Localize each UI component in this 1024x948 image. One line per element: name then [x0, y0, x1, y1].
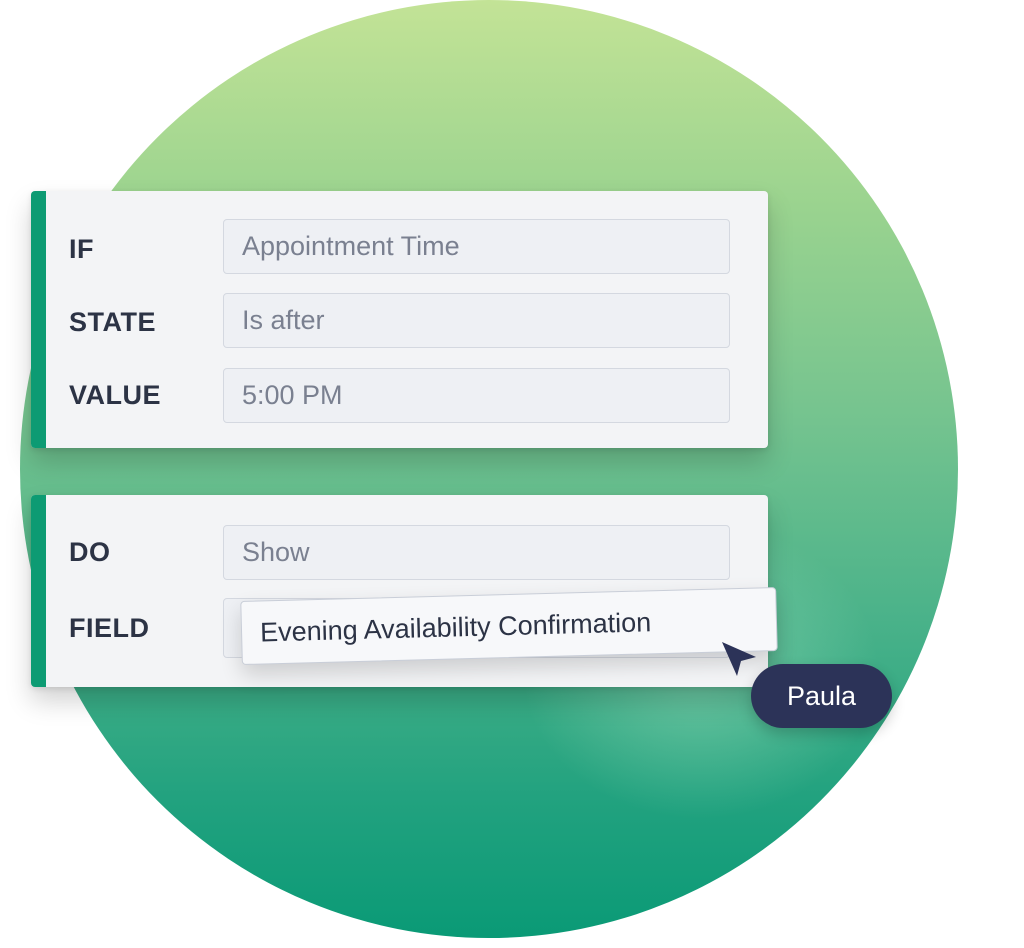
collaborator-name: Paula: [786, 680, 857, 711]
do-field[interactable]: Show: [223, 525, 730, 580]
condition-card-accent: [31, 191, 46, 448]
value-field[interactable]: 5:00 PM: [223, 368, 730, 423]
collaborator-name-badge: Paula: [751, 664, 892, 728]
do-label: DO: [69, 537, 111, 567]
if-label: IF: [69, 234, 94, 264]
if-field-value: Appointment Time: [242, 231, 460, 261]
if-field[interactable]: Appointment Time: [223, 219, 730, 274]
action-card-accent: [31, 495, 46, 687]
background-circle: [20, 0, 958, 938]
condition-card: IF Appointment Time STATE Is after VALUE…: [31, 191, 768, 448]
field-option-text: Evening Availability Confirmation: [259, 606, 652, 648]
value-field-value: 5:00 PM: [242, 380, 343, 410]
cursor-arrow-icon: [722, 642, 756, 676]
state-field-value: Is after: [242, 305, 325, 335]
field-label: FIELD: [69, 613, 150, 643]
state-label: STATE: [69, 307, 156, 337]
value-label: VALUE: [69, 380, 162, 410]
state-field[interactable]: Is after: [223, 293, 730, 348]
illustration-stage: IF Appointment Time STATE Is after VALUE…: [0, 0, 1024, 948]
do-field-value: Show: [242, 537, 310, 567]
